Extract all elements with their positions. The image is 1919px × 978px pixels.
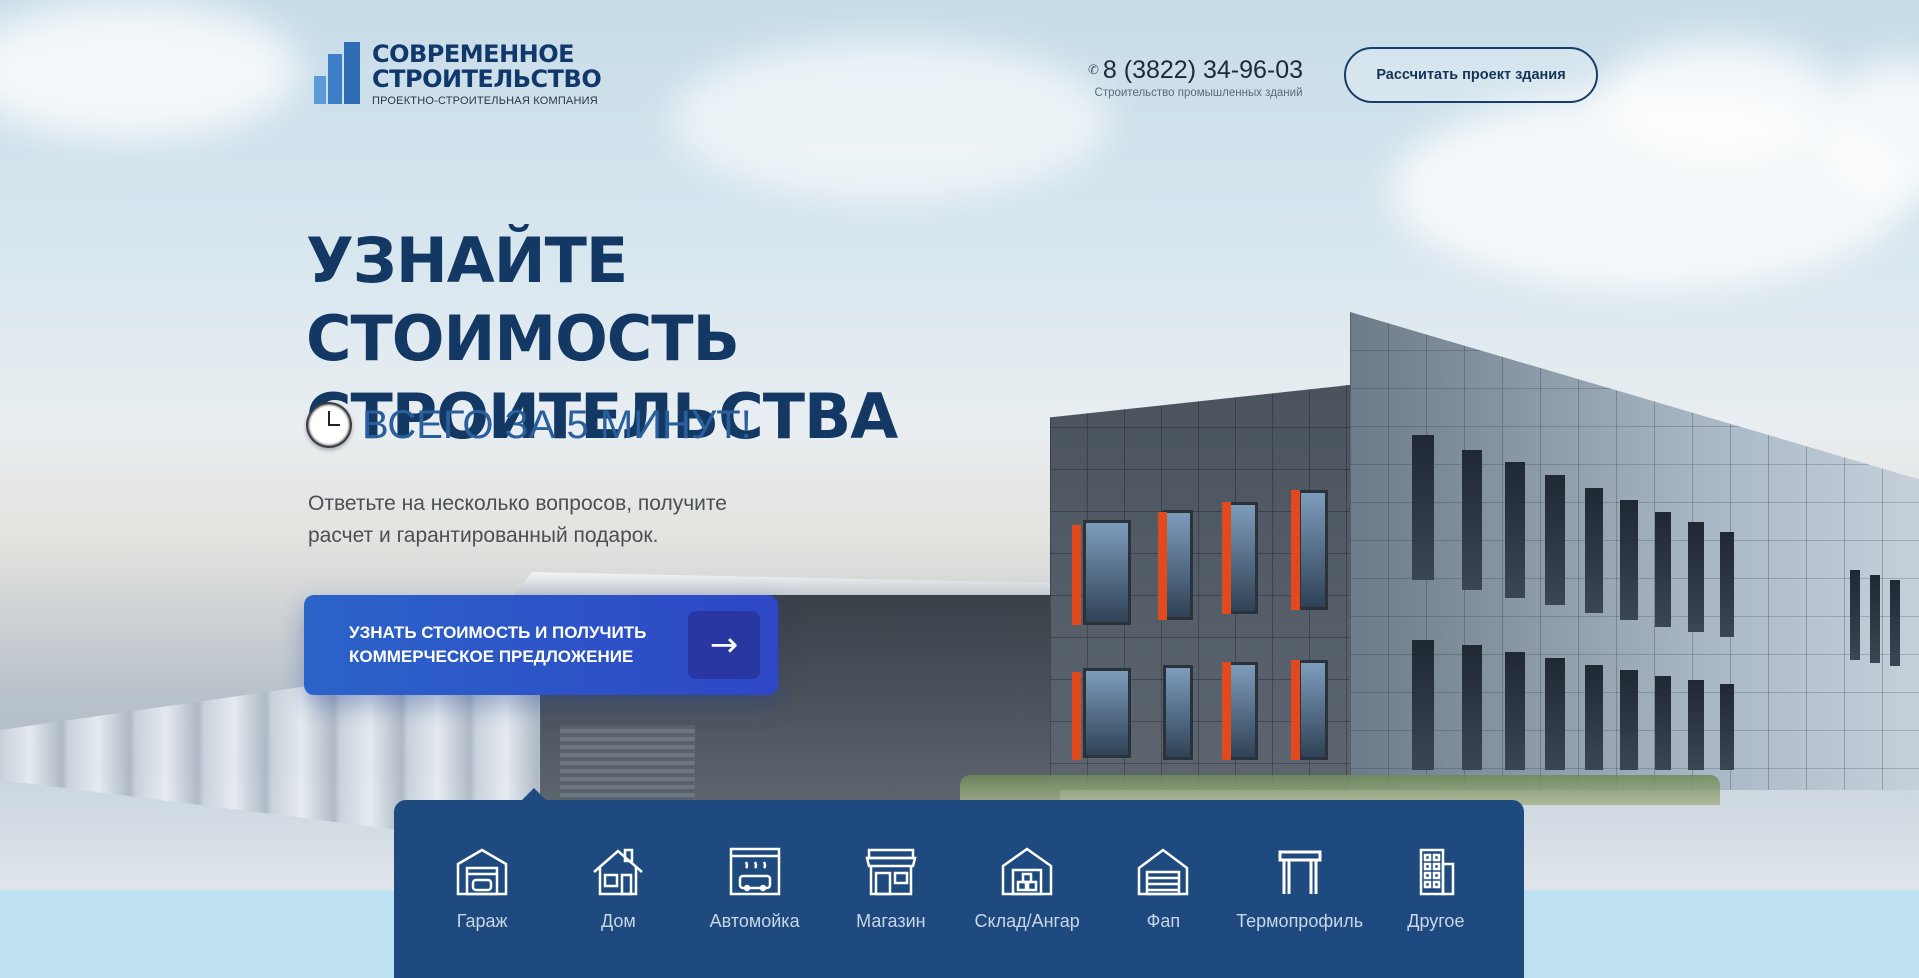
hero-title-line1: УЗНАЙТЕ СТОИМОСТЬ	[306, 224, 740, 375]
category-panel: Гараж Дом Автомойка Магазин Склад/Ангар …	[394, 800, 1524, 978]
category-label: Автомойка	[709, 911, 800, 931]
facade-light	[1158, 512, 1167, 620]
category-label: Склад/Ангар	[974, 911, 1080, 931]
arrow-right-icon: →	[688, 611, 760, 679]
facade-light	[1291, 660, 1300, 760]
category-house[interactable]: Дом	[553, 845, 683, 932]
category-label: Магазин	[856, 911, 926, 931]
category-warehouse[interactable]: Склад/Ангар	[962, 845, 1092, 932]
building-window	[1688, 522, 1704, 632]
cta-label: УЗНАТЬ СТОИМОСТЬ И ПОЛУЧИТЬ КОММЕРЧЕСКОЕ…	[349, 621, 659, 669]
logo-title-line1: СОВРЕМЕННОЕ	[372, 40, 575, 68]
house-icon	[590, 845, 646, 899]
category-label: Другое	[1407, 911, 1465, 931]
facade-light	[1291, 490, 1300, 610]
category-other[interactable]: Другое	[1371, 845, 1501, 932]
hangar-icon	[1135, 845, 1191, 899]
cta-label-line2: КОММЕРЧЕСКОЕ ПРЕДЛОЖЕНИЕ	[349, 647, 634, 666]
building-window	[1850, 570, 1860, 660]
category-label: Гараж	[456, 911, 508, 931]
hero-subtitle-row: ВСЕГО ЗА 5 МИНУТ!	[306, 402, 752, 448]
building-window	[1412, 640, 1434, 770]
calculate-project-button[interactable]: Рассчитать проект здания	[1344, 47, 1598, 103]
cloud	[0, 0, 300, 140]
building-window	[1655, 512, 1671, 627]
building-window	[1545, 658, 1565, 770]
building-window	[1163, 510, 1193, 620]
building-window	[1720, 684, 1734, 770]
hero-lead: Ответьте на несколько вопросов, получите…	[308, 488, 828, 552]
logo-title-line2: СТРОИТЕЛЬСТВО	[372, 65, 602, 93]
hero-lead-line1: Ответьте на несколько вопросов, получите	[308, 492, 727, 515]
cloud	[670, 40, 1110, 200]
hero-subtitle: ВСЕГО ЗА 5 МИНУТ!	[362, 402, 752, 447]
building-window	[1298, 490, 1328, 610]
building-window	[1545, 475, 1565, 605]
building-window	[1298, 660, 1328, 760]
building-window	[1228, 502, 1258, 614]
building-window	[1688, 680, 1704, 770]
building-window	[1462, 450, 1482, 590]
hero-lead-line2: расчет и гарантированный подарок.	[308, 524, 659, 547]
facade-light	[1222, 662, 1231, 760]
building-window	[1083, 668, 1131, 758]
clock-icon	[306, 402, 352, 448]
building-window	[1083, 520, 1131, 625]
building-window	[1870, 575, 1880, 663]
building-window	[1163, 665, 1193, 760]
get-price-button[interactable]: УЗНАТЬ СТОИМОСТЬ И ПОЛУЧИТЬ КОММЕРЧЕСКОЕ…	[304, 595, 778, 695]
facade-light	[1072, 525, 1081, 625]
cta-label-line1: УЗНАТЬ СТОИМОСТЬ И ПОЛУЧИТЬ	[349, 623, 647, 642]
building-window	[1655, 676, 1671, 770]
category-label: Термопрофиль	[1236, 911, 1364, 931]
shop-icon	[863, 845, 919, 899]
category-label: Дом	[600, 911, 636, 931]
building-window	[1505, 652, 1525, 770]
building-window	[1620, 500, 1638, 620]
logo-subtitle: ПРОЕКТНО-СТРОИТЕЛЬНАЯ КОМПАНИЯ	[372, 95, 598, 107]
building-logo-icon	[314, 42, 362, 104]
category-car-wash[interactable]: Автомойка	[690, 845, 820, 932]
building-window	[1585, 488, 1603, 613]
company-logo[interactable]: СОВРЕМЕННОЕ СТРОИТЕЛЬСТВО ПРОЕКТНО-СТРОИ…	[314, 40, 602, 107]
building-window	[1890, 580, 1900, 666]
building-window	[1462, 645, 1482, 770]
building-window	[1620, 670, 1638, 770]
garage-icon	[454, 845, 510, 899]
facade-light	[1072, 672, 1081, 760]
category-label: Фап	[1146, 911, 1181, 931]
cloud	[1600, 40, 1840, 160]
phone-number-link[interactable]: 8 (3822) 34-96-03	[1103, 56, 1303, 85]
building-icon	[1408, 845, 1464, 899]
building-window	[1505, 462, 1525, 598]
facade-light	[1222, 502, 1231, 614]
building-window	[1412, 435, 1434, 580]
phone-icon: ✆	[1088, 63, 1099, 78]
contact-block: ✆ 8 (3822) 34-96-03 Строительство промыш…	[1088, 56, 1303, 99]
category-garage[interactable]: Гараж	[417, 845, 547, 932]
warehouse-icon	[999, 845, 1055, 899]
building-window	[1585, 665, 1603, 770]
frame-icon	[1272, 845, 1328, 899]
phone-caption: Строительство промышленных зданий	[1094, 87, 1303, 99]
car-wash-icon	[727, 845, 783, 899]
category-thermoprofile[interactable]: Термопрофиль	[1235, 845, 1365, 932]
building-window	[1228, 662, 1258, 760]
category-shop[interactable]: Магазин	[826, 845, 956, 932]
category-hangar[interactable]: Фап	[1098, 845, 1228, 932]
building-window	[1720, 532, 1734, 637]
